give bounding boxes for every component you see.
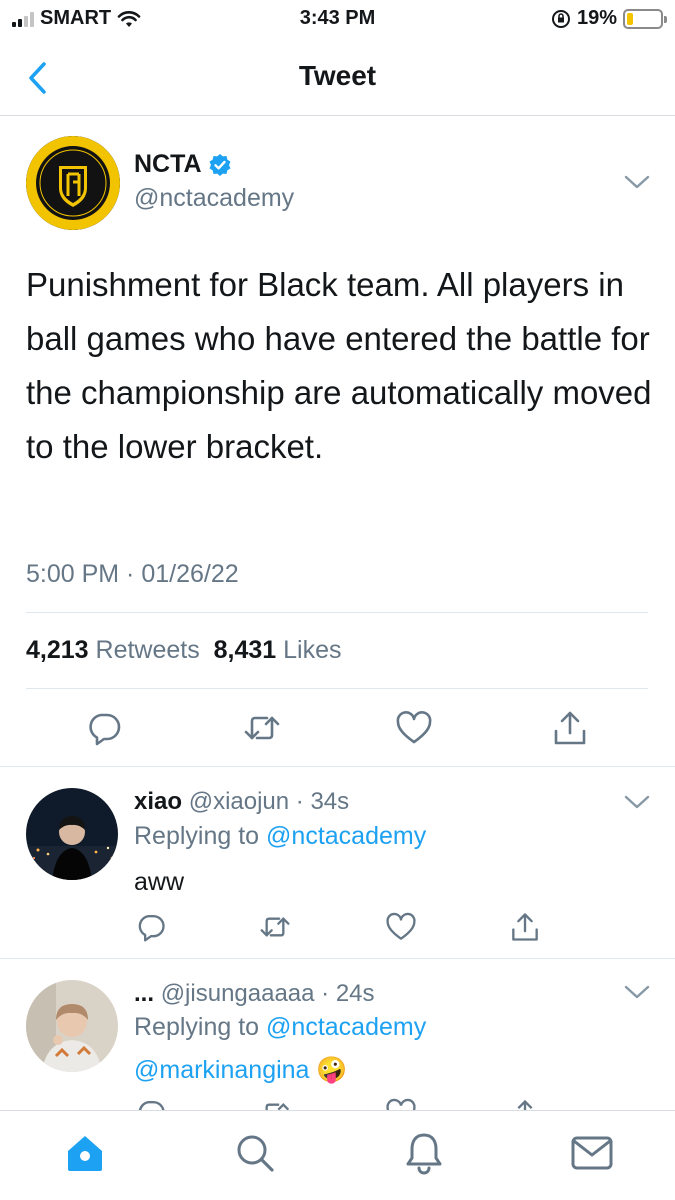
like-button[interactable] xyxy=(384,1098,418,1110)
reply-button[interactable] xyxy=(82,706,126,750)
replying-to: Replying to @nctacademy xyxy=(134,1013,426,1042)
zany-face-emoji: 🤪 xyxy=(316,1056,348,1084)
heart-icon xyxy=(386,1098,416,1110)
like-button[interactable] xyxy=(392,706,436,750)
divider xyxy=(26,688,648,689)
like-button[interactable] xyxy=(384,910,418,944)
divider xyxy=(0,958,675,959)
bell-icon xyxy=(406,1133,442,1175)
retweet-label[interactable]: Retweets xyxy=(96,636,200,664)
heart-icon xyxy=(396,711,432,744)
reply-text: aww xyxy=(134,868,185,896)
share-icon xyxy=(554,711,586,745)
page-title: Tweet xyxy=(298,60,377,91)
tweet-actions xyxy=(0,706,675,750)
divider xyxy=(26,612,648,613)
battery-fill xyxy=(627,12,633,25)
share-icon xyxy=(517,1099,533,1110)
tweet-text: Punishment for Black team. All players i… xyxy=(26,266,652,465)
battery-percent: 19% xyxy=(576,7,617,29)
retweet-button[interactable] xyxy=(240,706,284,750)
ncta-logo xyxy=(26,136,120,230)
reply-avatar[interactable] xyxy=(26,788,118,880)
divider xyxy=(0,766,675,767)
orientation-lock-icon xyxy=(551,9,570,28)
reply-author-name[interactable]: ... xyxy=(134,980,154,1007)
chevron-down-icon[interactable] xyxy=(624,794,650,810)
retweet-icon xyxy=(260,917,290,937)
replying-prefix: Replying to xyxy=(134,822,260,850)
verified-badge-icon xyxy=(209,153,231,176)
share-button[interactable] xyxy=(508,910,542,944)
share-icon xyxy=(512,913,538,941)
mention-link[interactable]: @nctacademy xyxy=(266,822,426,850)
chevron-down-icon[interactable] xyxy=(624,984,650,1000)
mention-link[interactable]: @markinangina xyxy=(134,1056,309,1084)
reply-icon xyxy=(89,713,121,746)
reply-button[interactable] xyxy=(134,910,168,944)
tab-search[interactable] xyxy=(231,1129,279,1177)
avatar-photo xyxy=(26,788,118,880)
retweet-count[interactable]: 4,213 xyxy=(26,636,89,664)
retweet-icon xyxy=(265,1103,290,1110)
reply-age: 24s xyxy=(335,980,375,1007)
like-count[interactable]: 8,431 xyxy=(214,636,277,664)
tweet-timestamp: 5:00 PM · 01/26/22 xyxy=(26,560,239,588)
author-name-row[interactable]: NCTA xyxy=(134,150,232,179)
reply-author-handle[interactable]: @xiaojun xyxy=(189,788,289,815)
tweet-stats: 4,213 Retweets 8,431 Likes xyxy=(26,636,342,665)
battery-icon xyxy=(623,8,667,29)
reply-actions xyxy=(0,1098,675,1110)
retweet-button[interactable] xyxy=(258,910,292,944)
reply-text-row: @markinangina 🤪 xyxy=(134,1056,348,1085)
reply-header: xiao @xiaojun · 34s xyxy=(134,788,350,815)
avatar-photo xyxy=(26,980,118,1072)
home-icon xyxy=(68,1136,102,1171)
nav-bar: Tweet xyxy=(0,40,675,116)
author-handle[interactable]: @nctacademy xyxy=(134,184,294,213)
reply-icon xyxy=(138,1101,165,1110)
tab-bar xyxy=(0,1110,675,1200)
replying-prefix: Replying to xyxy=(134,1013,260,1041)
tab-home[interactable] xyxy=(61,1129,109,1177)
like-label[interactable]: Likes xyxy=(283,636,341,664)
share-button[interactable] xyxy=(508,1098,542,1110)
author-name[interactable]: NCTA xyxy=(134,150,202,179)
status-bar: SMART 3:43 PM 19% xyxy=(0,0,675,40)
reply-avatar[interactable] xyxy=(26,980,118,1072)
reply-author-handle[interactable]: @jisungaaaaa xyxy=(161,980,315,1007)
reply-header: ... @jisungaaaaa · 24s xyxy=(134,980,375,1007)
replying-to: Replying to @nctacademy xyxy=(134,822,426,851)
reply-author-name[interactable]: xiao xyxy=(134,788,182,815)
mention-link[interactable]: @nctacademy xyxy=(266,1013,426,1041)
search-icon xyxy=(237,1135,274,1172)
heart-icon xyxy=(386,912,416,940)
reply-button[interactable] xyxy=(134,1098,168,1110)
reply-age: 34s xyxy=(310,788,350,815)
share-button[interactable] xyxy=(548,706,592,750)
mail-icon xyxy=(571,1136,613,1170)
retweet-button[interactable] xyxy=(258,1098,292,1110)
tab-messages[interactable] xyxy=(568,1129,616,1177)
chevron-down-icon[interactable] xyxy=(624,174,650,190)
reply-icon xyxy=(138,915,165,942)
author-avatar[interactable] xyxy=(26,136,120,230)
reply-actions xyxy=(0,910,675,944)
retweet-icon xyxy=(244,716,280,740)
tab-notifications[interactable] xyxy=(400,1129,448,1177)
